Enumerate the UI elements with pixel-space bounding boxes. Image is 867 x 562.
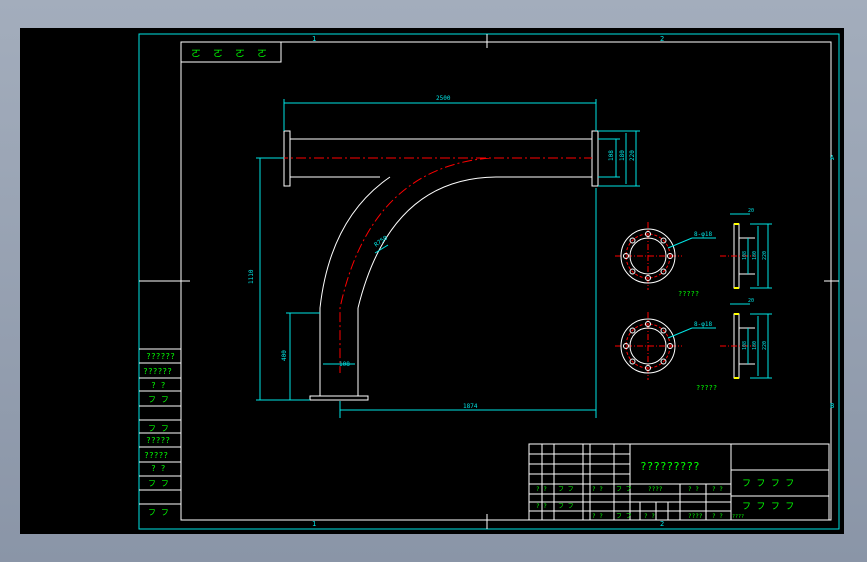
left-col-label-3: ? ? — [151, 381, 166, 390]
zone-label-bottom-2: 2 — [660, 520, 664, 528]
tb-row1-cell-2: フ フ — [558, 486, 574, 493]
left-col-label-7: ????? — [144, 451, 168, 460]
tb-mid-label-3: ? ? — [712, 486, 723, 493]
lower-flange-caption: ????? — [696, 384, 717, 392]
upper-flange-caption: ????? — [678, 290, 699, 298]
dim-right-dia-2: 180 — [619, 150, 626, 161]
pipe-centerline — [260, 157, 592, 373]
tb-row1-cell-4: フ フ — [616, 486, 632, 493]
cad-viewport[interactable]: 1 2 1 2 A B ㄛ ㄛ ㄛ ㄛ ?????? ?????? ? ? フ … — [20, 28, 844, 534]
tb-row2-cell-2: フ フ — [558, 503, 574, 510]
tb-footer: ???? — [732, 514, 744, 520]
upper-side-width: 20 — [748, 208, 754, 214]
lower-side-dim-3: 220 — [762, 341, 768, 350]
left-col-label-2: ?????? — [143, 367, 172, 376]
upper-side-dim-1: 108 — [742, 251, 748, 260]
left-col-label-5: フ フ — [148, 424, 169, 433]
dim-top-length: 2500 — [436, 95, 451, 102]
tb-row1-cell-1: ? ? — [536, 486, 547, 493]
dimension-lines — [256, 99, 640, 418]
left-col-label-8: ? ? — [151, 464, 166, 473]
tb-mid-label-1: ???? — [648, 486, 663, 493]
dim-lower-length: 1874 — [463, 403, 478, 410]
dim-vertical-height: 1110 — [248, 269, 255, 284]
tb-bottom-label-2: ???? — [688, 513, 703, 520]
tb-mid-label-2: ? ? — [688, 486, 699, 493]
zone-label-right-a: A — [830, 154, 835, 162]
cad-drawing-canvas[interactable]: 1 2 1 2 A B ㄛ ㄛ ㄛ ㄛ ?????? ?????? ? ? フ … — [20, 28, 844, 534]
dim-right-dia-1: 108 — [608, 150, 615, 161]
left-col-label-4: フ フ — [148, 395, 169, 404]
right-flange — [591, 130, 599, 187]
zone-label-top-1: 1 — [312, 35, 316, 43]
tb-row2-cell-4: フ フ — [616, 513, 632, 520]
lower-side-dim-1: 108 — [742, 341, 748, 350]
upper-side-dim-2: 180 — [752, 251, 758, 260]
tb-right-label-1: フ フ フ フ — [742, 479, 794, 489]
tb-right-label-2: フ フ フ フ — [742, 502, 794, 512]
left-col-label-10: フ フ — [148, 508, 169, 517]
left-col-label-1: ?????? — [146, 352, 175, 361]
bottom-flange — [309, 395, 369, 401]
dim-pipe-dia: 108 — [339, 361, 350, 368]
lower-side-dim-2: 180 — [752, 341, 758, 350]
left-col-label-6: ????? — [146, 436, 170, 445]
top-left-box-labels: ㄛ ㄛ ㄛ ㄛ — [191, 49, 267, 60]
tb-row2-cell-1: ? ? — [536, 503, 547, 510]
upper-side-dim-3: 220 — [762, 251, 768, 260]
upper-flange-hole-note: 8-φ18 — [694, 231, 712, 238]
zone-label-right-b: B — [830, 402, 834, 410]
title-block-title: ????????? — [640, 460, 700, 473]
top-left-glyph-3: ㄛ — [235, 49, 245, 60]
tb-bottom-label-1: ? ? — [644, 513, 655, 520]
lower-side-width: 20 — [748, 298, 754, 304]
pipe-drawing[interactable] — [260, 130, 599, 401]
top-left-glyph-1: ㄛ — [191, 49, 201, 60]
dim-right-dia-3: 220 — [629, 150, 636, 161]
top-left-glyph-2: ㄛ — [213, 49, 223, 60]
tb-row2-cell-3: ? ? — [592, 513, 603, 520]
zone-label-bottom-1: 1 — [312, 520, 316, 528]
left-col-label-9: フ フ — [148, 479, 169, 488]
top-left-glyph-4: ㄛ — [257, 49, 267, 60]
tb-bottom-label-3: ? ? — [712, 513, 723, 520]
tb-row1-cell-3: ? ? — [592, 486, 603, 493]
lower-flange-hole-note: 8-φ18 — [694, 321, 712, 328]
dim-lower-left-height: 400 — [281, 350, 288, 361]
zone-label-top-2: 2 — [660, 35, 664, 43]
